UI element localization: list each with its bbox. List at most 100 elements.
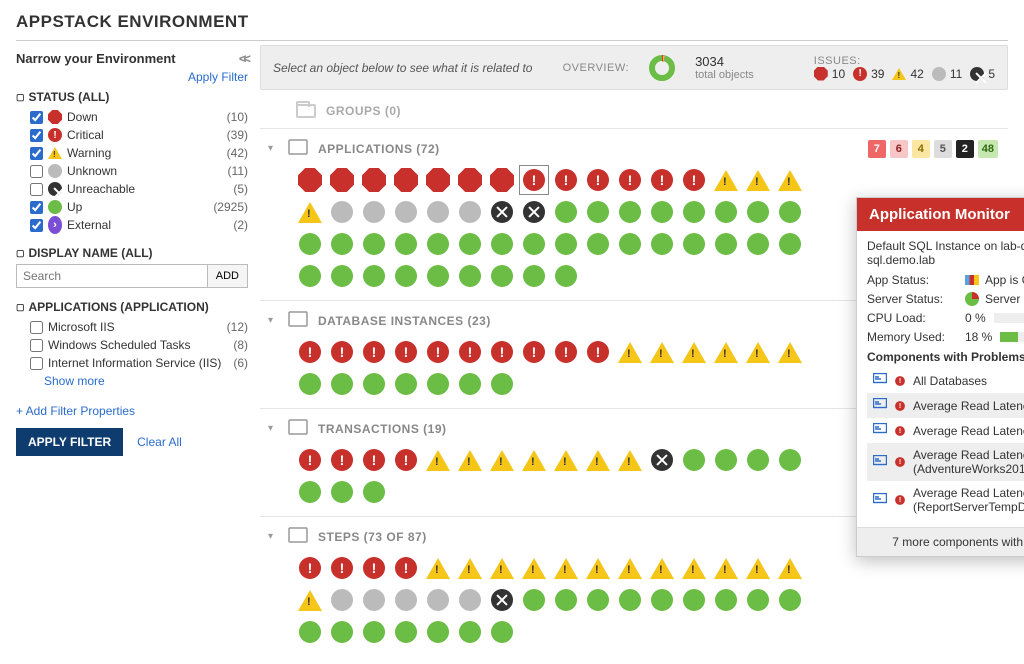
warning-icon[interactable]: [554, 448, 578, 472]
count-badge[interactable]: 2: [956, 140, 974, 158]
up-icon[interactable]: [714, 200, 738, 224]
warning-icon[interactable]: [778, 556, 802, 580]
up-icon[interactable]: [458, 232, 482, 256]
critical-icon[interactable]: [362, 340, 386, 364]
up-icon[interactable]: [618, 200, 642, 224]
critical-icon[interactable]: [394, 556, 418, 580]
component-item[interactable]: Average Read Latency (yaf): [867, 393, 1024, 418]
app-checkbox[interactable]: [30, 321, 43, 334]
up-icon[interactable]: [330, 480, 354, 504]
count-badge[interactable]: 4: [912, 140, 930, 158]
facet-row[interactable]: Up(2925): [16, 198, 248, 216]
up-icon[interactable]: [682, 448, 706, 472]
issue-stat[interactable]: 5: [970, 67, 995, 81]
up-icon[interactable]: [682, 588, 706, 612]
critical-icon[interactable]: [394, 448, 418, 472]
up-icon[interactable]: [362, 264, 386, 288]
status-checkbox[interactable]: [30, 129, 43, 142]
app-checkbox[interactable]: [30, 339, 43, 352]
up-icon[interactable]: [618, 588, 642, 612]
unknown-icon[interactable]: [330, 200, 354, 224]
up-icon[interactable]: [298, 232, 322, 256]
facet-row[interactable]: Windows Scheduled Tasks(8): [16, 336, 248, 354]
up-icon[interactable]: [426, 372, 450, 396]
up-icon[interactable]: [298, 620, 322, 644]
up-icon[interactable]: [778, 200, 802, 224]
critical-icon[interactable]: [298, 340, 322, 364]
status-checkbox[interactable]: [30, 165, 43, 178]
critical-icon[interactable]: [554, 340, 578, 364]
up-icon[interactable]: [746, 448, 770, 472]
up-icon[interactable]: [490, 264, 514, 288]
unknown-icon[interactable]: [426, 588, 450, 612]
groups-row[interactable]: GROUPS (0): [260, 90, 1008, 128]
up-icon[interactable]: [394, 264, 418, 288]
up-icon[interactable]: [458, 620, 482, 644]
warning-icon[interactable]: [778, 340, 802, 364]
unknown-icon[interactable]: [394, 588, 418, 612]
critical-icon[interactable]: [330, 556, 354, 580]
unknown-icon[interactable]: [330, 588, 354, 612]
critical-icon[interactable]: [586, 168, 610, 192]
up-icon[interactable]: [650, 588, 674, 612]
up-icon[interactable]: [394, 232, 418, 256]
up-icon[interactable]: [554, 588, 578, 612]
status-checkbox[interactable]: [30, 147, 43, 160]
up-icon[interactable]: [330, 372, 354, 396]
warning-icon[interactable]: [746, 556, 770, 580]
status-checkbox[interactable]: [30, 219, 43, 232]
critical-icon[interactable]: [490, 340, 514, 364]
warning-icon[interactable]: [714, 340, 738, 364]
warning-icon[interactable]: [618, 340, 642, 364]
clear-all-link[interactable]: Clear All: [137, 435, 182, 449]
up-icon[interactable]: [554, 200, 578, 224]
unknown-icon[interactable]: [458, 588, 482, 612]
up-icon[interactable]: [586, 588, 610, 612]
up-icon[interactable]: [426, 264, 450, 288]
unknown-icon[interactable]: [362, 588, 386, 612]
component-item[interactable]: All Databases: [867, 368, 1024, 393]
warning-icon[interactable]: [458, 448, 482, 472]
critical-icon[interactable]: [362, 448, 386, 472]
warning-icon[interactable]: [746, 340, 770, 364]
unreach-icon[interactable]: [522, 200, 546, 224]
warning-icon[interactable]: [714, 556, 738, 580]
warning-icon[interactable]: [490, 556, 514, 580]
component-item[interactable]: Average Read Latency (AdventureWorks2012…: [867, 443, 1024, 481]
unknown-icon[interactable]: [458, 200, 482, 224]
warning-icon[interactable]: [618, 448, 642, 472]
critical-icon[interactable]: [554, 168, 578, 192]
up-icon[interactable]: [714, 588, 738, 612]
warning-icon[interactable]: [714, 168, 738, 192]
unreach-icon[interactable]: [490, 200, 514, 224]
up-icon[interactable]: [778, 232, 802, 256]
count-badge[interactable]: 6: [890, 140, 908, 158]
up-icon[interactable]: [490, 620, 514, 644]
up-icon[interactable]: [490, 372, 514, 396]
warning-icon[interactable]: [458, 556, 482, 580]
critical-icon[interactable]: [650, 168, 674, 192]
facet-row[interactable]: Unknown(11): [16, 162, 248, 180]
warning-icon[interactable]: [586, 556, 610, 580]
warning-icon[interactable]: [426, 448, 450, 472]
critical-icon[interactable]: [330, 448, 354, 472]
unknown-icon[interactable]: [426, 200, 450, 224]
critical-icon[interactable]: [426, 340, 450, 364]
down-icon[interactable]: [458, 168, 482, 192]
warning-icon[interactable]: [522, 556, 546, 580]
display-name-search-input[interactable]: [16, 264, 208, 288]
more-components-link[interactable]: 7 more components with problems: [857, 527, 1024, 556]
facet-row[interactable]: Down(10): [16, 108, 248, 126]
warning-icon[interactable]: [554, 556, 578, 580]
up-icon[interactable]: [778, 448, 802, 472]
unknown-icon[interactable]: [362, 200, 386, 224]
warning-icon[interactable]: [298, 200, 322, 224]
up-icon[interactable]: [522, 264, 546, 288]
up-icon[interactable]: [554, 264, 578, 288]
up-icon[interactable]: [362, 620, 386, 644]
app-checkbox[interactable]: [30, 357, 43, 370]
component-item[interactable]: Average Read Latency (dnn): [867, 418, 1024, 443]
apply-filter-link[interactable]: Apply Filter: [16, 70, 248, 84]
warning-icon[interactable]: [682, 556, 706, 580]
facet-collapse-icon[interactable]: ▢: [16, 92, 25, 103]
